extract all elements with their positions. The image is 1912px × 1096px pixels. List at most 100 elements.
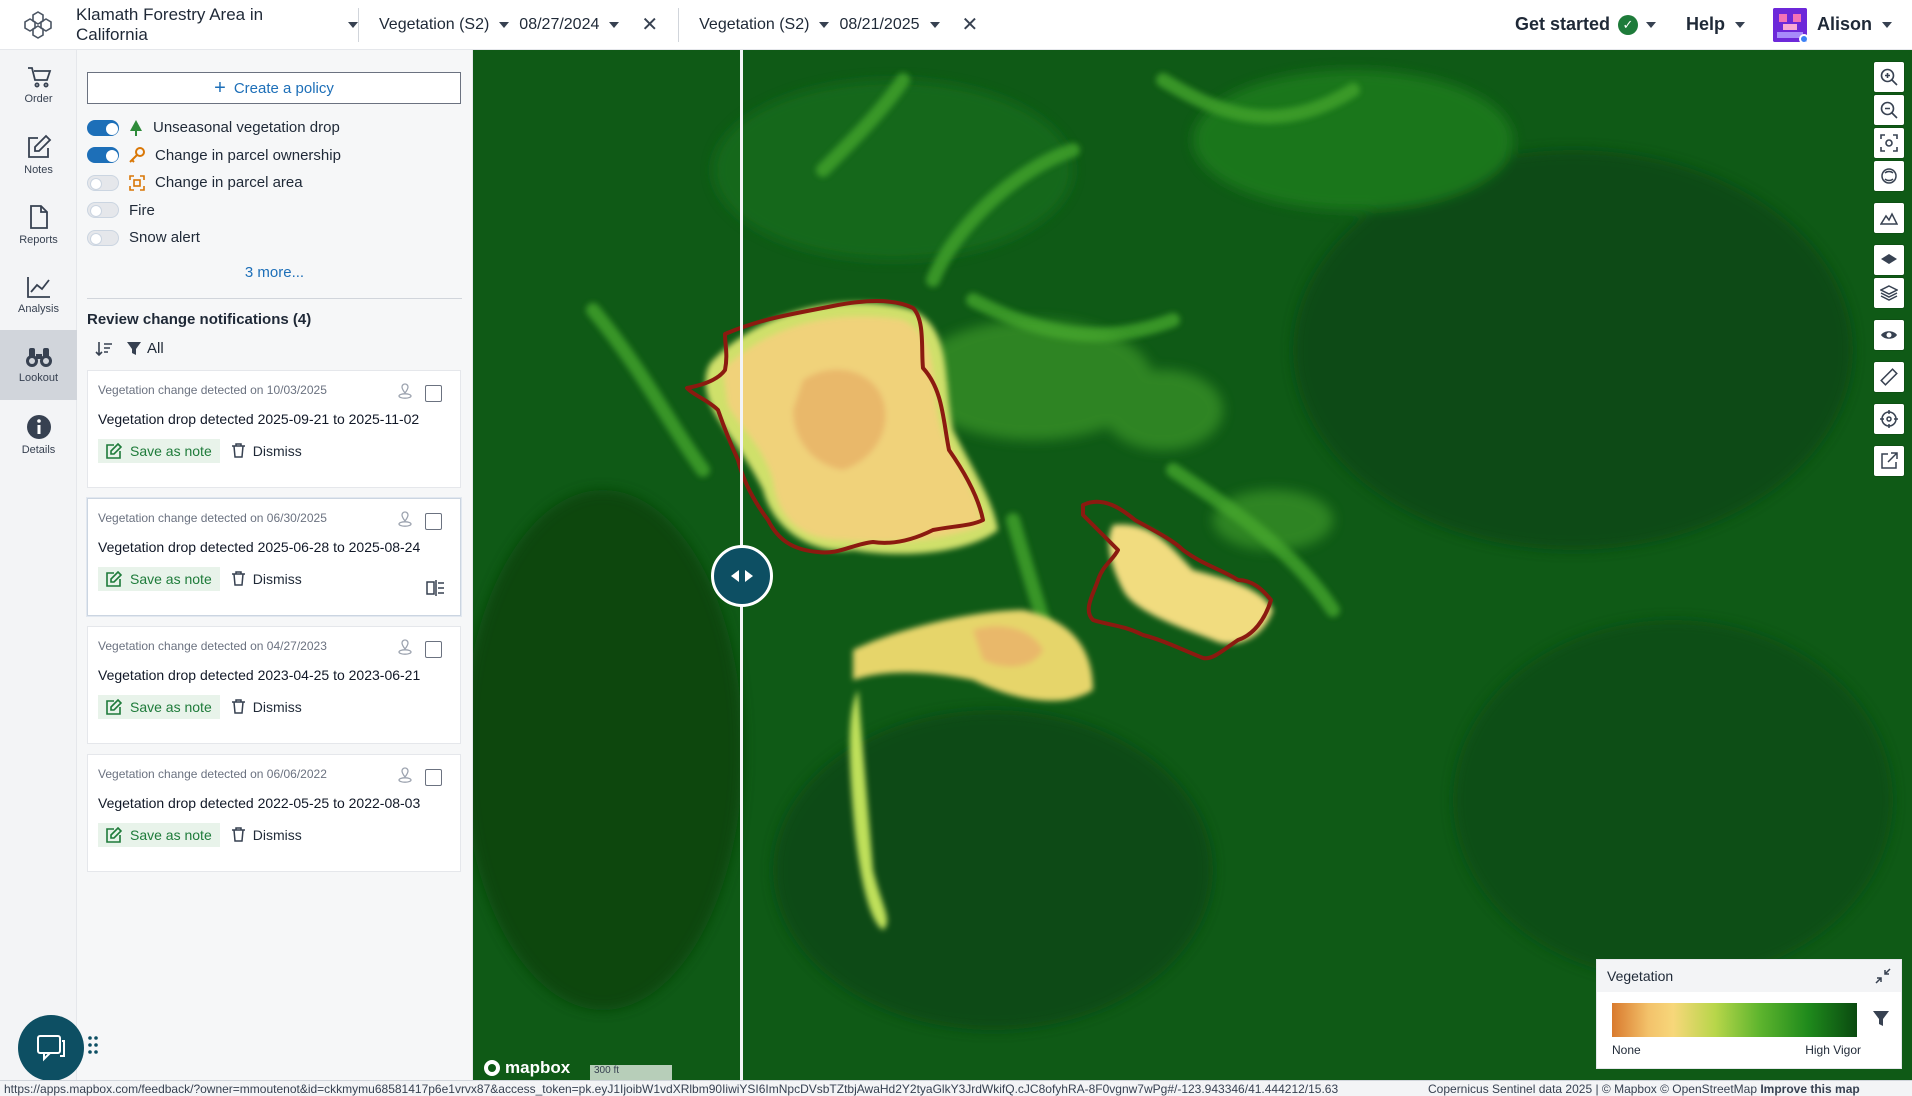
dismiss-label: Dismiss [252, 570, 302, 587]
project-selector[interactable]: Klamath Forestry Area in California [76, 5, 358, 45]
right-layer-select[interactable]: Vegetation (S2) [699, 16, 830, 34]
save-as-note-label: Save as note [130, 826, 212, 843]
map-view[interactable]: Vegetation None High Vigor mapbox 300 ft [473, 50, 1912, 1080]
save-as-note-button[interactable]: Save as note [98, 566, 220, 591]
close-left-layer-icon[interactable]: ✕ [641, 12, 658, 37]
hexagon-logo-icon [24, 10, 52, 39]
dismiss-button[interactable]: Dismiss [231, 826, 302, 843]
compare-icon[interactable] [426, 579, 446, 601]
mapbox-logo-text: mapbox [505, 1058, 571, 1077]
chevron-down-icon [819, 21, 830, 28]
rail-item-label: Reports [19, 234, 58, 246]
rail-item-analysis[interactable]: Analysis [0, 260, 77, 330]
area-icon [129, 174, 145, 191]
terrain-button[interactable] [1874, 203, 1904, 233]
left-layer-select[interactable]: Vegetation (S2) [379, 15, 510, 34]
notification-card[interactable]: Vegetation change detected on 06/06/2022… [87, 753, 461, 872]
legend-panel: Vegetation None High Vigor [1596, 959, 1902, 1069]
policy-label: Fire [129, 201, 155, 219]
save-as-note-button[interactable]: Save as note [98, 694, 220, 719]
filter-icon[interactable] [1873, 1011, 1889, 1027]
save-as-note-button[interactable]: Save as note [98, 438, 220, 463]
external-link-icon [1881, 452, 1898, 469]
avatar [1772, 7, 1807, 42]
trash-icon [231, 827, 245, 842]
tree-icon [130, 119, 142, 136]
layers-button[interactable] [1874, 278, 1904, 308]
locate-icon[interactable] [398, 382, 412, 404]
notification-card[interactable]: Vegetation change detected on 04/27/2023… [87, 625, 461, 744]
sort-icon[interactable] [95, 341, 113, 357]
policy-toggle[interactable] [87, 119, 119, 136]
notification-card[interactable]: Vegetation change detected on 10/03/2025… [87, 369, 461, 488]
dismiss-label: Dismiss [252, 826, 302, 843]
arrow-left-icon [731, 570, 739, 582]
eye-icon [1881, 331, 1897, 339]
card-actions: Save as note Dismiss [98, 438, 450, 463]
zoom-out-button[interactable] [1874, 95, 1904, 125]
collapse-icon[interactable] [1875, 968, 1891, 984]
dismiss-label: Dismiss [252, 442, 302, 459]
get-started-menu[interactable]: Get started ✓ [1515, 14, 1656, 35]
basemap-button[interactable] [1874, 245, 1904, 275]
zoom-to-fit-button[interactable] [1874, 128, 1904, 158]
locate-icon[interactable] [398, 510, 412, 532]
rail-item-lookout[interactable]: Lookout [0, 330, 77, 400]
crosshair-button[interactable] [1874, 404, 1904, 434]
app-logo[interactable] [0, 0, 76, 50]
locate-icon[interactable] [398, 766, 412, 788]
visibility-button[interactable] [1874, 320, 1904, 350]
help-menu[interactable]: Help [1686, 14, 1745, 35]
dismiss-button[interactable]: Dismiss [231, 570, 302, 587]
rail-item-notes[interactable]: Notes [0, 120, 77, 190]
policy-toggle[interactable] [87, 174, 119, 191]
notification-card[interactable]: Vegetation change detected on 06/30/2025… [87, 497, 461, 616]
rail-item-order[interactable]: Order [0, 50, 77, 120]
select-checkbox[interactable] [425, 768, 442, 786]
review-title: Review change notifications (4) [87, 310, 312, 328]
measure-button[interactable] [1874, 362, 1904, 392]
policy-toggle[interactable] [87, 202, 119, 219]
left-date-select[interactable]: 08/27/2024 [519, 16, 620, 34]
legend-low-label: None [1612, 1043, 1641, 1057]
policy-toggle[interactable] [87, 229, 119, 246]
user-menu[interactable]: Alison [1772, 7, 1892, 42]
dismiss-button[interactable]: Dismiss [231, 699, 302, 715]
select-checkbox[interactable] [425, 512, 442, 530]
locate-icon[interactable] [398, 638, 412, 660]
help-label: Help [1685, 14, 1725, 34]
create-policy-button[interactable]: + Create a policy [87, 72, 461, 104]
mapbox-logo[interactable]: mapbox [483, 1058, 570, 1078]
chat-button[interactable] [18, 1015, 84, 1081]
improve-map-link[interactable]: Improve this map [1760, 1082, 1859, 1096]
right-layer-slot: Vegetation (S2) 08/21/2025 ✕ [679, 12, 998, 37]
locate-parcel-button[interactable] [1874, 161, 1904, 191]
select-checkbox[interactable] [425, 640, 442, 658]
notification-title: Vegetation drop detected 2025-06-28 to 2… [98, 538, 421, 555]
right-date-select[interactable]: 08/21/2025 [839, 16, 940, 34]
chevron-down-icon [1882, 21, 1892, 28]
rail-item-label: Lookout [18, 372, 59, 384]
save-as-note-button[interactable]: Save as note [98, 822, 220, 847]
rail-item-label: Analysis [18, 303, 59, 315]
chevron-down-icon [348, 21, 358, 28]
legend-header: Vegetation [1597, 960, 1901, 992]
left-layer-name: Vegetation (S2) [379, 15, 490, 33]
dismiss-button[interactable]: Dismiss [231, 442, 302, 459]
trash-icon [231, 571, 245, 586]
open-external-button[interactable] [1874, 446, 1904, 476]
rail-item-reports[interactable]: Reports [0, 190, 77, 260]
policy-row: Change in parcel ownership [87, 142, 462, 170]
rail-item-details[interactable]: Details [0, 400, 77, 470]
more-policies-link[interactable]: 3 more... [87, 264, 462, 294]
attribution-text[interactable]: Copernicus Sentinel data 2025 | © Mapbox… [1428, 1082, 1757, 1096]
close-right-layer-icon[interactable]: ✕ [962, 12, 979, 37]
trash-icon [231, 699, 245, 714]
select-checkbox[interactable] [425, 384, 442, 402]
swipe-handle[interactable] [711, 545, 773, 607]
policy-toggle[interactable] [87, 147, 119, 164]
note-edit-icon [106, 442, 122, 459]
filter-all[interactable]: All [127, 340, 164, 357]
zoom-in-button[interactable] [1874, 62, 1904, 92]
drag-handle-icon[interactable] [88, 1035, 98, 1055]
